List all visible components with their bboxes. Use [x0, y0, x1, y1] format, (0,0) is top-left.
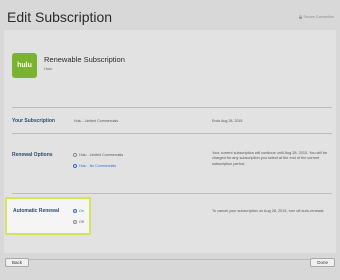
automatic-renewal-panel: Automatic Renewal On Off [5, 197, 91, 235]
your-subscription-label: Your Subscription [12, 118, 55, 124]
divider [12, 133, 332, 134]
divider [12, 107, 332, 108]
current-plan: Hulu - Limited Commercials [74, 119, 119, 123]
auto-renewal-note: To cancel your subscription on Aug 28, 2… [212, 209, 325, 213]
radio-on[interactable] [73, 209, 77, 213]
secure-connection: Secure Connection [299, 15, 334, 19]
auto-renewal-on-label: On [79, 209, 84, 213]
renewal-options-label: Renewal Options [12, 152, 53, 158]
hulu-app-icon: hulu [12, 53, 37, 78]
app-name: Renewable Subscription [44, 55, 125, 64]
divider [12, 259, 332, 260]
renewal-note: Your current subscription will continue … [212, 151, 328, 166]
renewal-option-limited[interactable]: Hulu - Limited Commercials [73, 153, 123, 157]
renewal-option-label: Hulu - No Commercials [79, 164, 117, 168]
back-button[interactable]: Back [5, 258, 30, 267]
renewal-option-no-commercials[interactable]: Hulu - No Commercials [73, 164, 116, 168]
divider [12, 193, 332, 194]
radio-no-commercials[interactable] [73, 164, 77, 168]
secure-connection-label: Secure Connection [303, 15, 334, 19]
page-title: Edit Subscription [7, 9, 113, 25]
app-subtitle: Hulu [44, 66, 53, 71]
done-button[interactable]: Done [310, 258, 335, 267]
auto-renewal-off-option[interactable]: Off [73, 220, 84, 224]
radio-off[interactable] [73, 220, 77, 224]
renewal-option-label: Hulu - Limited Commercials [79, 153, 124, 157]
header: Edit Subscription Secure Connection [0, 0, 340, 30]
lock-icon [299, 15, 303, 19]
subscription-end-date: Ends Aug 28, 2015 [212, 119, 243, 123]
radio-limited-commercials[interactable] [73, 153, 77, 157]
auto-renewal-on-option[interactable]: On [73, 209, 84, 213]
hulu-logo-text: hulu [17, 62, 32, 69]
auto-renewal-off-label: Off [79, 220, 84, 224]
automatic-renewal-label: Automatic Renewal [13, 208, 60, 214]
